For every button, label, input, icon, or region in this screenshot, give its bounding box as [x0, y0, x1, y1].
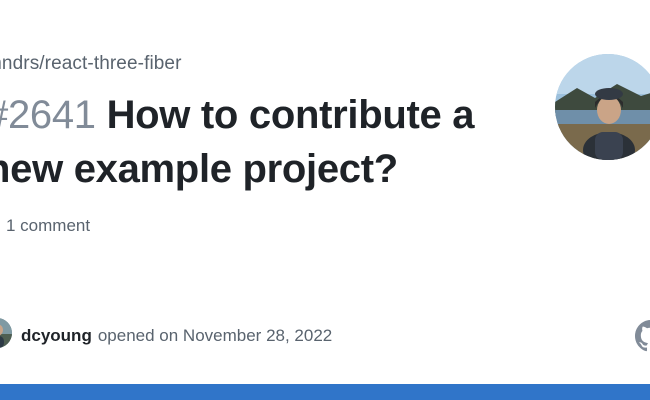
- github-mark-icon: [635, 320, 650, 352]
- accent-bar: [0, 384, 650, 400]
- repo-owner-avatar[interactable]: [555, 54, 650, 160]
- comment-count-label: 1 comment: [6, 216, 91, 235]
- author-avatar-image: [0, 318, 12, 348]
- comment-count[interactable]: 1 comment: [0, 216, 90, 236]
- issue-number: #2641: [0, 93, 96, 137]
- social-preview-card: mndrs/react-three-fiber #2641 How to con…: [0, 0, 650, 400]
- author-name[interactable]: dcyoung: [21, 326, 92, 345]
- author-avatar[interactable]: [0, 318, 12, 348]
- issue-title: #2641 How to contribute a new example pr…: [0, 88, 526, 196]
- repo-path[interactable]: mndrs/react-three-fiber: [0, 53, 182, 75]
- issue-byline: dcyoung opened on November 28, 2022: [21, 326, 332, 346]
- repo-owner-avatar-image: [555, 54, 650, 160]
- opened-date: opened on November 28, 2022: [97, 326, 333, 345]
